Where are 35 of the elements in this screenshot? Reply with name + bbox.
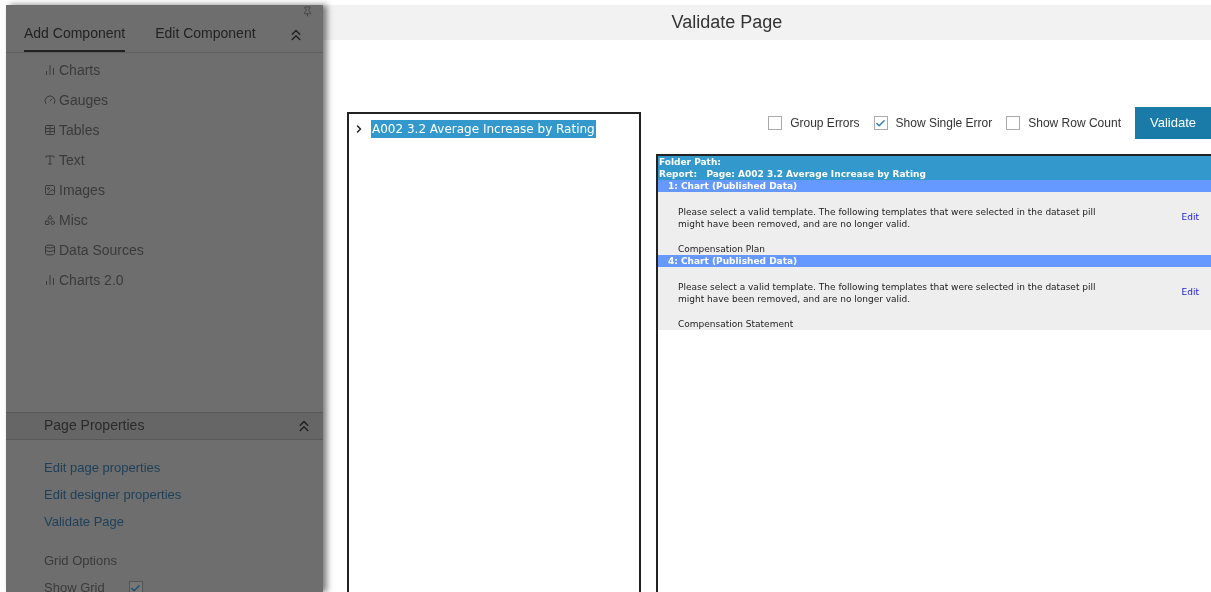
image-icon — [44, 184, 56, 196]
panel-tab[interactable]: Edit Component — [155, 23, 256, 52]
error-heading: 1: Chart (Published Data) — [658, 180, 1211, 192]
checkbox[interactable] — [1006, 116, 1021, 130]
folder-path: Folder Path: — [659, 156, 722, 168]
checkbox[interactable] — [768, 116, 783, 130]
edit-link[interactable]: Edit — [1181, 286, 1199, 300]
section-header[interactable]: Page Properties — [6, 411, 323, 440]
validate-button[interactable]: Validate — [1135, 107, 1211, 139]
bar-chart-icon — [44, 274, 56, 286]
template-name: Compensation Statement — [678, 318, 795, 330]
checkbox-label: Show Row Count — [1028, 115, 1121, 132]
table-icon — [44, 124, 56, 136]
panel-tab[interactable]: Add Component — [24, 23, 126, 52]
checkbox-label: Show Single Error — [895, 115, 993, 132]
pin-icon[interactable] — [302, 6, 313, 17]
error-message: Please select a valid template. The following templates that were selected in the dataset pill might have been removed, and are no longer valid. — [678, 281, 1097, 305]
tree-item[interactable]: A002 3.2 Average Increase by Rating — [371, 120, 596, 138]
edit-link[interactable]: Edit — [1181, 211, 1199, 225]
shapes-icon — [44, 214, 56, 226]
error-heading: 4: Chart (Published Data) — [658, 255, 1211, 267]
template-name: Compensation Plan — [678, 243, 766, 255]
bar-chart-icon — [44, 64, 56, 76]
checkbox-label: Group Errors — [790, 115, 860, 132]
gauge-icon — [44, 94, 56, 106]
error-message: Please select a valid template. The following templates that were selected in the dataset pill might have been removed, and are no longer valid. — [678, 206, 1097, 230]
database-icon — [44, 244, 56, 256]
link[interactable]: Validate Page — [44, 511, 323, 531]
checkbox[interactable] — [128, 581, 143, 592]
letter-icon — [44, 154, 56, 166]
report-path: Report: Page: A002 3.2 Average Increase by Rating — [659, 168, 927, 180]
dialog-title: Validate Page — [323, 5, 1211, 40]
checkbox[interactable] — [873, 116, 888, 130]
link[interactable]: Edit designer properties — [44, 484, 323, 504]
link[interactable]: Edit page properties — [44, 457, 323, 477]
